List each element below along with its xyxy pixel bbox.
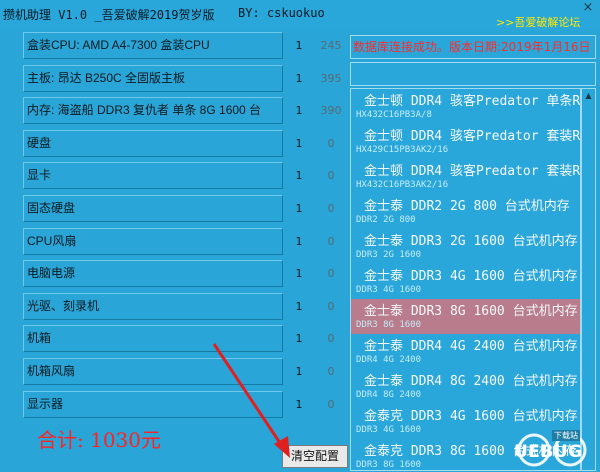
product-name: 金泰克 DDR3 4G 1600 台式机内存 bbox=[364, 409, 578, 424]
product-list-item[interactable]: 金士泰 DDR2 2G 800 台式机内存 DDR2 2G 800 bbox=[351, 194, 580, 229]
product-list[interactable]: 金士顿 DDR4 骇客Predator 单条R HX432C16PB3A/8 金士顿… bbox=[350, 88, 581, 471]
product-model: DDR2 2G 800 bbox=[356, 215, 416, 225]
component-row-price: 0 bbox=[327, 169, 335, 182]
app-title: 攒机助理 V1.0 _吾爱破解2019贺岁版 bbox=[3, 8, 215, 22]
component-row-qty: 1 bbox=[295, 104, 303, 117]
product-name: 金士顿 DDR4 骇客Predator 套装R bbox=[364, 164, 581, 179]
component-row-price: 395 bbox=[320, 72, 342, 85]
product-list-item[interactable]: 金士顿 DDR4 骇客Predator 单条R HX432C16PB3A/8 bbox=[351, 89, 580, 124]
component-row-price: 0 bbox=[327, 398, 335, 411]
component-row-label[interactable]: 盒装CPU: AMD A4-7300 盒装CPU bbox=[23, 32, 283, 59]
component-row-price: 0 bbox=[327, 365, 335, 378]
watermark-logo: UEBUG 下载站 bbox=[492, 424, 596, 468]
status-message: 数据库连接成功。版本日期:2019年1月16日 bbox=[350, 35, 596, 59]
component-row-price: 0 bbox=[327, 300, 335, 313]
product-model: DDR3 4G 1600 bbox=[356, 285, 422, 295]
component-row-qty: 1 bbox=[295, 39, 303, 52]
author-label: BY: cskuokuo bbox=[238, 6, 325, 20]
component-row-price: 245 bbox=[320, 39, 342, 52]
component-row-qty: 1 bbox=[295, 72, 303, 85]
product-list-item[interactable]: 金士泰 DDR3 2G 1600 台式机内存 DDR3 2G 1600 bbox=[351, 229, 580, 264]
product-name: 金士泰 DDR3 4G 1600 台式机内存 bbox=[364, 269, 578, 284]
component-row-qty: 1 bbox=[295, 169, 303, 182]
product-name: 金士泰 DDR3 2G 1600 台式机内存 bbox=[364, 234, 578, 249]
component-row-label[interactable]: 内存: 海盗船 DDR3 复仇者 单条 8G 1600 台 bbox=[23, 97, 283, 124]
product-model: DDR3 2G 1600 bbox=[356, 250, 422, 260]
component-row-qty: 1 bbox=[295, 137, 303, 150]
list-scrollbar[interactable]: ▲ bbox=[581, 88, 596, 471]
component-row-label[interactable]: CPU风扇 bbox=[23, 228, 283, 255]
component-row-price: 0 bbox=[327, 137, 335, 150]
product-list-item[interactable]: 金士顿 DDR4 骇客Predator 套装R HX429C15PB3AK2/16 bbox=[351, 124, 580, 159]
product-name: 金士顿 DDR4 骇客Predator 单条R bbox=[364, 94, 581, 109]
component-row-label[interactable]: 显卡 bbox=[23, 162, 283, 189]
red-arrow-icon bbox=[212, 343, 290, 458]
component-row-label[interactable]: 主板: 昂达 B250C 全固版主板 bbox=[23, 65, 283, 92]
close-button[interactable]: × bbox=[579, 1, 597, 15]
product-list-item[interactable]: 金士泰 DDR3 4G 1600 台式机内存 DDR3 4G 1600 bbox=[351, 264, 580, 299]
product-list-item[interactable]: 金士泰 DDR4 4G 2400 台式机内存 DDR4 4G 2400 bbox=[351, 334, 580, 369]
component-row-price: 0 bbox=[327, 235, 335, 248]
watermark-tag: 下载站 bbox=[552, 430, 580, 441]
watermark-text: UEBUG bbox=[514, 442, 583, 462]
product-list-item[interactable]: 金士泰 DDR3 8G 1600 台式机内存 DDR3 8G 1600 bbox=[351, 299, 580, 334]
info-field bbox=[350, 62, 596, 86]
product-name: 金士泰 DDR4 8G 2400 台式机内存 bbox=[364, 374, 578, 389]
product-list-item[interactable]: 金士顿 DDR4 骇客Predator 套装R HX432C16PB3AK2/16 bbox=[351, 159, 580, 194]
product-list-item[interactable]: 金士泰 DDR4 8G 2400 台式机内存 DDR4 8G 2400 bbox=[351, 369, 580, 404]
component-row-price: 0 bbox=[327, 267, 335, 280]
product-name: 金士顿 DDR4 骇客Predator 套装R bbox=[364, 129, 581, 144]
product-model: HX432C16PB3AK2/16 bbox=[356, 180, 449, 190]
product-model: DDR4 8G 2400 bbox=[356, 390, 422, 400]
component-row-price: 0 bbox=[327, 202, 335, 215]
component-row-qty: 1 bbox=[295, 235, 303, 248]
product-model: DDR3 8G 1600 bbox=[356, 320, 422, 330]
component-row-price: 390 bbox=[320, 104, 342, 117]
component-row-qty: 1 bbox=[295, 202, 303, 215]
component-row-label[interactable]: 硬盘 bbox=[23, 130, 283, 157]
component-row-qty: 1 bbox=[295, 300, 303, 313]
product-model: HX429C15PB3AK2/16 bbox=[356, 145, 449, 155]
forum-link[interactable]: >>吾爱破解论坛 bbox=[496, 14, 580, 30]
title-bar: 攒机助理 V1.0 _吾爱破解2019贺岁版 BY: cskuokuo >>吾爱… bbox=[0, 0, 600, 30]
component-row-qty: 1 bbox=[295, 267, 303, 280]
product-name: 金士泰 DDR3 8G 1600 台式机内存 bbox=[364, 304, 578, 319]
product-model: DDR3 4G 1600 bbox=[356, 425, 422, 435]
product-model: DDR4 4G 2400 bbox=[356, 355, 422, 365]
product-name: 金士泰 DDR2 2G 800 台式机内存 bbox=[364, 199, 570, 214]
product-model: DDR3 8G 1600 bbox=[356, 460, 422, 470]
product-name: 金士泰 DDR4 4G 2400 台式机内存 bbox=[364, 339, 578, 354]
product-model: HX432C16PB3A/8 bbox=[356, 110, 432, 120]
component-row-price: 0 bbox=[327, 332, 335, 345]
component-row-label[interactable]: 光驱、刻录机 bbox=[23, 293, 283, 320]
component-row-label[interactable]: 固态硬盘 bbox=[23, 195, 283, 222]
scroll-up-icon[interactable]: ▲ bbox=[582, 89, 595, 102]
total-price: 合计: 1030元 bbox=[37, 428, 161, 452]
component-row-label[interactable]: 电脑电源 bbox=[23, 260, 283, 287]
